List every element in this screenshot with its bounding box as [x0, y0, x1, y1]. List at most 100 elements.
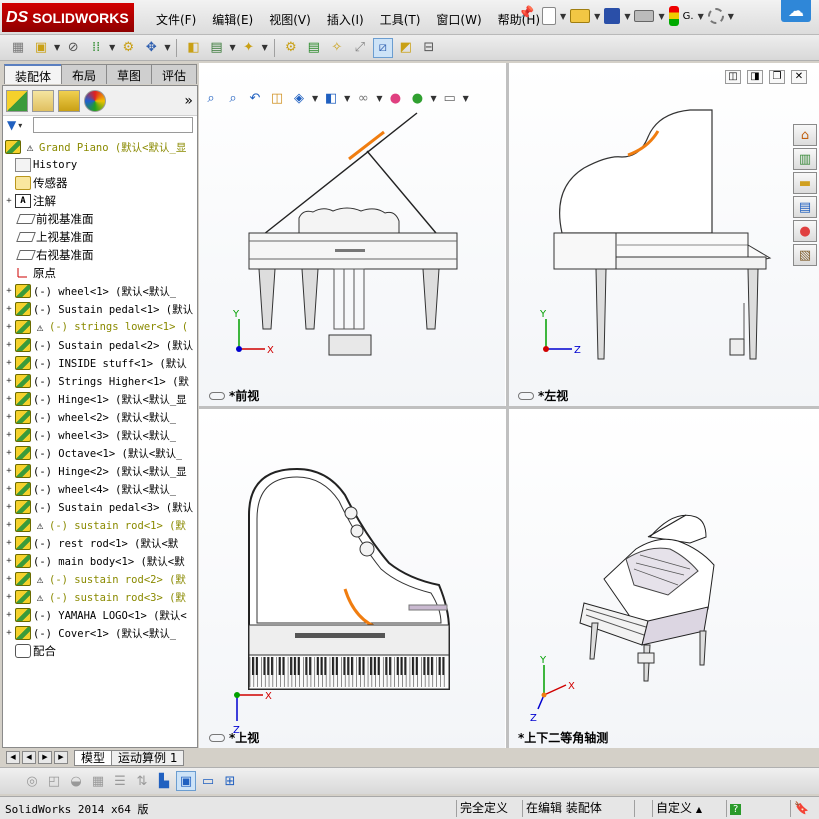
display-manager-tab-icon[interactable]	[84, 89, 106, 112]
cloud-share-icon[interactable]: ☁	[781, 0, 811, 22]
chevron-down-icon[interactable]: ▼	[728, 12, 734, 21]
chevron-down-icon[interactable]: ▼	[594, 12, 600, 21]
chevron-down-icon[interactable]: ▼	[54, 43, 60, 52]
tile-vertical-icon[interactable]: ◨	[747, 70, 763, 84]
chevron-down-icon[interactable]: ▼	[658, 12, 664, 21]
edit-appearance-icon[interactable]: ●	[386, 89, 404, 107]
tree-item[interactable]: + ⚠ (-) sustain rod<1> (默	[3, 516, 197, 534]
chevron-down-icon[interactable]: ▼	[109, 43, 115, 52]
tab-evaluate[interactable]: 评估	[151, 64, 198, 84]
chevron-down-icon[interactable]: ▼	[624, 12, 630, 21]
reference-geometry-icon[interactable]: ✦	[239, 38, 259, 58]
zoom-to-fit-icon[interactable]: ⌕	[202, 89, 220, 107]
expand-toggle-icon[interactable]: +	[3, 448, 15, 458]
close-icon[interactable]: ✕	[791, 70, 807, 84]
move-component-icon[interactable]: ✥	[141, 38, 161, 58]
section-view-icon[interactable]: ◫	[268, 89, 286, 107]
tab-sketch[interactable]: 草图	[106, 64, 153, 84]
tree-item[interactable]: + ⚠ (-) sustain rod<2> (默	[3, 570, 197, 588]
overflow-label[interactable]: G.	[683, 11, 694, 22]
menu-view[interactable]: 视图(V)	[261, 9, 319, 30]
viewport-splitter-horizontal[interactable]	[199, 406, 819, 409]
tree-item[interactable]: 原点	[3, 264, 197, 282]
explode-line-sketch-icon[interactable]: ⤢	[350, 38, 370, 58]
tree-item[interactable]: + (-) main body<1> (默认<默	[3, 552, 197, 570]
tree-item[interactable]: + (-) INSIDE stuff<1> (默认	[3, 354, 197, 372]
tree-item[interactable]: + (-) Sustain pedal<1> (默认	[3, 300, 197, 318]
perspective-icon[interactable]: ▦	[88, 771, 108, 791]
expand-toggle-icon[interactable]: +	[3, 340, 15, 350]
view-label-top[interactable]: *上视	[209, 729, 259, 746]
chevron-down-icon[interactable]: ▼	[312, 94, 318, 103]
first-tab-icon[interactable]: ◀	[6, 751, 20, 764]
tab-layout[interactable]: 布局	[61, 64, 108, 84]
tree-item[interactable]: + (-) wheel<1> (默认<默认_	[3, 282, 197, 300]
tree-item[interactable]: 右视基准面	[3, 246, 197, 264]
print-icon[interactable]	[634, 10, 655, 22]
tab-model[interactable]: 模型	[74, 749, 113, 766]
chevron-down-icon[interactable]: ▼	[262, 43, 268, 52]
expand-toggle-icon[interactable]: +	[3, 412, 15, 422]
tree-item[interactable]: + (-) wheel<2> (默认<默认_	[3, 408, 197, 426]
interference-detection-icon[interactable]: ⧄	[372, 37, 393, 58]
four-view-icon[interactable]: ⊞	[220, 771, 240, 791]
tree-item[interactable]: History	[3, 156, 197, 174]
menu-tools[interactable]: 工具(T)	[372, 9, 429, 30]
tree-item[interactable]: + (-) Strings Higher<1> (默	[3, 372, 197, 390]
property-manager-tab-icon[interactable]	[32, 89, 54, 112]
filter-input[interactable]	[33, 117, 193, 133]
insert-components-icon[interactable]: ▦	[8, 38, 28, 58]
shadows-icon[interactable]: ◒	[66, 771, 86, 791]
tree-root[interactable]: ⚠ Grand Piano (默认<默认_显	[3, 138, 197, 156]
expand-toggle-icon[interactable]: +	[3, 610, 15, 620]
new-document-icon[interactable]	[542, 7, 556, 25]
chevron-down-icon[interactable]: ▼	[560, 12, 566, 21]
tree-item[interactable]: + (-) Hinge<2> (默认<默认_显	[3, 462, 197, 480]
appearances-icon[interactable]: ●	[793, 220, 817, 242]
wireframe-icon[interactable]: ◎	[22, 771, 42, 791]
menu-insert[interactable]: 插入(I)	[319, 9, 372, 30]
view-axes-icon[interactable]: ▙	[154, 771, 174, 791]
expand-toggle-icon[interactable]: +	[3, 592, 15, 602]
tree-item[interactable]: 上视基准面	[3, 228, 197, 246]
chevron-right-icon[interactable]: »	[184, 93, 193, 109]
open-folder-icon[interactable]	[570, 9, 591, 23]
tab-assembly[interactable]: 装配体	[4, 64, 63, 84]
tree-item[interactable]: + (-) wheel<4> (默认<默认_	[3, 480, 197, 498]
curvature-icon[interactable]: ☰	[110, 771, 130, 791]
prev-tab-icon[interactable]: ◀	[22, 751, 36, 764]
tree-item[interactable]: 配合	[3, 642, 197, 660]
tree-item[interactable]: + (-) Hinge<1> (默认<默认_显	[3, 390, 197, 408]
expand-toggle-icon[interactable]: +	[3, 484, 15, 494]
expand-toggle-icon[interactable]: +	[3, 574, 15, 584]
view-label-front[interactable]: *前视	[209, 387, 259, 404]
expand-toggle-icon[interactable]: +	[3, 286, 15, 296]
display-style-icon[interactable]: ◧	[322, 89, 340, 107]
previous-view-icon[interactable]: ↶	[246, 89, 264, 107]
tree-item[interactable]: 传感器	[3, 174, 197, 192]
expand-toggle-icon[interactable]: +	[3, 556, 15, 566]
last-tab-icon[interactable]: ▶	[54, 751, 68, 764]
tile-horizontal-icon[interactable]: ◫	[725, 70, 741, 84]
custom-properties-icon[interactable]: ▧	[793, 244, 817, 266]
viewport-left[interactable]: Y Z *左视	[508, 63, 819, 406]
exploded-view-icon[interactable]: ✧	[327, 38, 347, 58]
view-label-left[interactable]: *左视	[518, 387, 568, 404]
tree-item[interactable]: + (-) Sustain pedal<3> (默认	[3, 498, 197, 516]
view-palette-icon[interactable]: ▤	[793, 196, 817, 218]
chevron-down-icon[interactable]: ▼	[229, 43, 235, 52]
rebuild-traffic-light-icon[interactable]	[668, 6, 679, 26]
chevron-down-icon[interactable]: ▼	[698, 12, 704, 21]
chevron-down-icon[interactable]: ▼	[164, 43, 170, 52]
single-view-icon[interactable]: ▣	[176, 771, 196, 791]
chevron-down-icon[interactable]: ▾	[18, 121, 22, 130]
expand-toggle-icon[interactable]: +	[3, 430, 15, 440]
design-library-icon[interactable]: ▥	[793, 148, 817, 170]
menu-window[interactable]: 窗口(W)	[428, 9, 489, 30]
new-part-icon[interactable]: ▣	[31, 38, 51, 58]
tree-item[interactable]: 前视基准面	[3, 210, 197, 228]
expand-toggle-icon[interactable]: +	[3, 394, 15, 404]
section-icon[interactable]: ⇅	[132, 771, 152, 791]
chevron-down-icon[interactable]: ▼	[463, 94, 469, 103]
instant3d-icon[interactable]: ◩	[396, 38, 416, 58]
